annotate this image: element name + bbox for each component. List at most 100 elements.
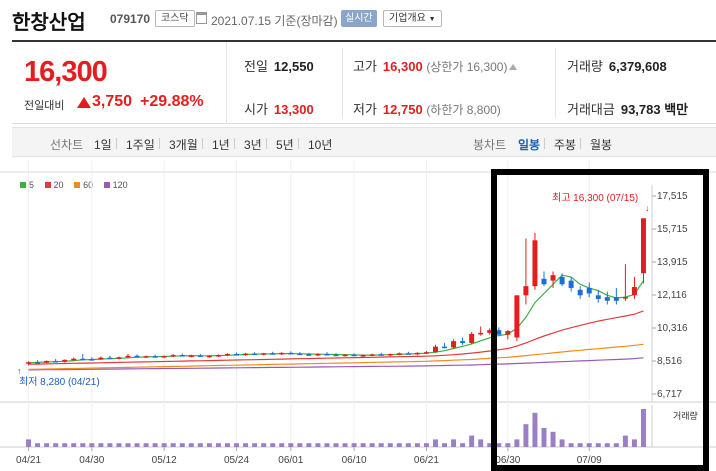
volume-bar xyxy=(288,443,294,447)
annotations: 최고 16,300 (07/15) ↓ 최저 8,280 (04/21) ↑ 거… xyxy=(17,192,698,421)
volume-bar xyxy=(44,443,50,447)
candle-body xyxy=(179,355,185,357)
volume-bar xyxy=(451,439,457,447)
volume-bar xyxy=(369,443,375,447)
volume-bar xyxy=(622,435,628,447)
volume-bar xyxy=(116,443,122,447)
candle-body xyxy=(432,346,438,353)
x-tick-label: 06/30 xyxy=(495,455,520,466)
candle-body xyxy=(369,354,375,356)
candle-body xyxy=(107,357,113,360)
candle-body xyxy=(351,354,357,357)
volume-bar xyxy=(378,443,384,447)
candle-body xyxy=(577,289,583,296)
x-tick-label: 06/01 xyxy=(278,455,303,466)
candle-body xyxy=(288,352,294,355)
x-tick-label: 06/21 xyxy=(414,455,439,466)
candle-body xyxy=(387,353,393,356)
volume-bar xyxy=(188,443,194,447)
volume-bar xyxy=(215,443,221,447)
volume-bar xyxy=(550,431,556,447)
highlight-box xyxy=(491,169,709,471)
volume-bar xyxy=(396,443,402,447)
volume-bar xyxy=(568,443,574,447)
volume-bar xyxy=(53,443,59,447)
ma120-line xyxy=(28,357,644,371)
candle-body xyxy=(279,352,285,355)
volume-bar xyxy=(80,443,86,447)
volume-bar xyxy=(342,443,348,447)
candle-body xyxy=(333,354,339,357)
volume-bar xyxy=(152,443,158,447)
candle-body xyxy=(161,355,167,358)
candle-body xyxy=(261,353,267,355)
volume-bar xyxy=(71,443,77,447)
volume-bar xyxy=(261,443,267,447)
volume-bar xyxy=(387,443,393,447)
candle-body xyxy=(640,218,646,274)
candle-body xyxy=(224,353,230,356)
candle-body xyxy=(478,332,484,335)
up-arrow-icon: ↑ xyxy=(17,366,22,376)
volume-bar xyxy=(595,443,601,447)
candle-body xyxy=(206,355,212,358)
candle-body xyxy=(496,330,502,335)
volume-bar xyxy=(505,443,511,447)
candle-body xyxy=(116,357,122,359)
x-tick-label: 05/12 xyxy=(152,455,177,466)
price-chart[interactable]: 17,515 15,715 13,915 12,116 10,316 8,516 6,717… xyxy=(0,0,716,471)
volume-bar xyxy=(134,443,140,447)
volume-bar xyxy=(197,443,203,447)
candle-body xyxy=(35,362,41,364)
candle-body xyxy=(541,278,547,285)
volume-bar xyxy=(613,443,619,447)
candle-body xyxy=(252,353,258,356)
candle-body xyxy=(532,240,538,287)
candle-body xyxy=(378,354,384,356)
x-tick-label: 07/09 xyxy=(577,455,602,466)
candle-body xyxy=(514,295,520,338)
volume-bar xyxy=(26,439,32,447)
candle-body xyxy=(26,362,32,364)
volume-bar xyxy=(206,443,212,447)
volume-bars xyxy=(26,409,646,447)
y-tick-label: 15,715 xyxy=(657,224,688,235)
volume-bar xyxy=(315,443,321,447)
candle-body xyxy=(98,357,104,360)
candle-body xyxy=(523,286,529,296)
candle-body xyxy=(197,355,203,357)
candle-body xyxy=(62,359,68,362)
ma20-line xyxy=(28,310,644,365)
candle-body xyxy=(604,297,610,301)
volume-bar xyxy=(170,443,176,447)
candle-body xyxy=(460,341,466,343)
volume-bar xyxy=(125,443,131,447)
volume-bar xyxy=(306,443,312,447)
x-tick-label: 04/30 xyxy=(79,455,104,466)
candle-body xyxy=(342,354,348,357)
volume-bar xyxy=(586,443,592,447)
candle-body xyxy=(243,353,249,356)
candle-body xyxy=(315,353,321,356)
candle-body xyxy=(405,353,411,355)
candle-body xyxy=(505,331,511,335)
candle-body xyxy=(622,297,628,299)
volume-bar xyxy=(360,443,366,447)
volume-bar xyxy=(179,443,185,447)
ma60-line xyxy=(28,343,644,370)
candle-body xyxy=(234,353,240,356)
volume-bar xyxy=(224,443,230,447)
candle-body xyxy=(215,355,221,357)
volume-bar xyxy=(541,428,547,447)
y-tick-label: 17,515 xyxy=(657,191,688,202)
candle-body xyxy=(134,355,140,358)
y-tick-label: 6,717 xyxy=(657,389,682,400)
volume-bar xyxy=(279,443,285,447)
volume-bar xyxy=(604,443,610,447)
volume-bar xyxy=(270,443,276,447)
volume-bar xyxy=(423,443,429,447)
candle-body xyxy=(270,353,276,355)
candle-body xyxy=(143,356,149,358)
volume-bar xyxy=(631,439,637,447)
candle-body xyxy=(324,353,330,356)
